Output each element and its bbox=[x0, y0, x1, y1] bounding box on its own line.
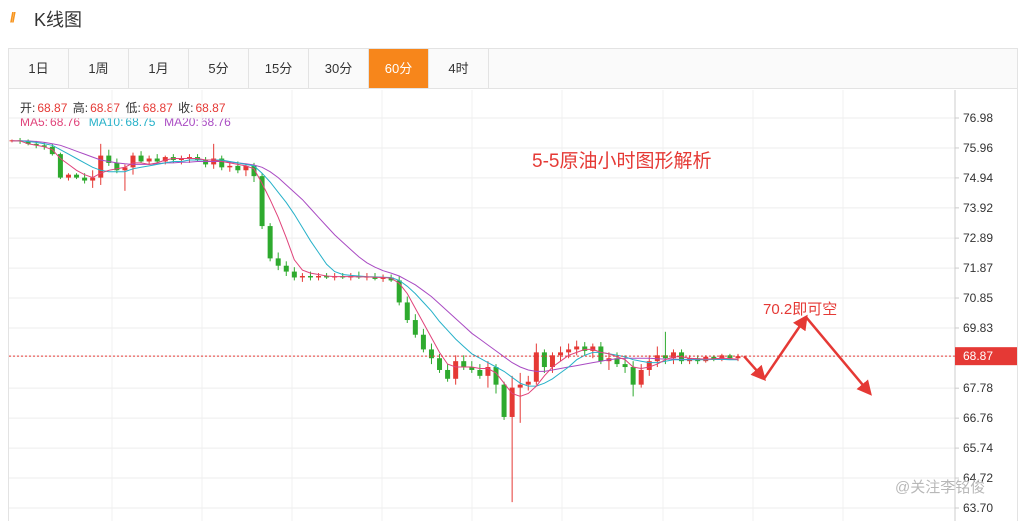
ma-readout: MA5: 68.76 MA10: 68.75 MA20: 68.76 bbox=[20, 115, 233, 129]
high-label: 高: bbox=[72, 101, 89, 115]
tab-1d[interactable]: 1日 bbox=[9, 49, 69, 88]
double-slash-icon: // bbox=[10, 9, 16, 25]
open-label: 开: bbox=[20, 101, 36, 115]
tab-60min[interactable]: 60分 bbox=[369, 49, 429, 88]
tab-30min[interactable]: 30分 bbox=[309, 49, 369, 88]
low-label: 低: bbox=[125, 101, 141, 115]
ma20-value: 68.76 bbox=[200, 115, 231, 129]
open-value: 68.87 bbox=[37, 101, 68, 115]
page-title: K线图 bbox=[34, 10, 83, 30]
header: // K线图 bbox=[0, 0, 1019, 36]
ma10-value: 68.75 bbox=[125, 115, 156, 129]
tab-4h[interactable]: 4时 bbox=[429, 49, 489, 88]
tab-1w[interactable]: 1周 bbox=[69, 49, 129, 88]
timeframe-tabs: 1日 1周 1月 5分 15分 30分 60分 4时 bbox=[9, 49, 1017, 89]
ma20-label: MA20: bbox=[164, 115, 199, 129]
ma10-label: MA10: bbox=[88, 115, 124, 129]
tab-1m[interactable]: 1月 bbox=[129, 49, 189, 88]
low-value: 68.87 bbox=[142, 101, 173, 115]
close-label: 收: bbox=[178, 101, 194, 115]
tab-5min[interactable]: 5分 bbox=[189, 49, 249, 88]
close-value: 68.87 bbox=[195, 101, 226, 115]
ma5-value: 68.76 bbox=[50, 115, 81, 129]
ohlc-readout: 开: 68.87 高: 68.87 低: 68.87 收: 68.87 bbox=[20, 99, 228, 116]
high-value: 68.87 bbox=[90, 101, 121, 115]
tab-15min[interactable]: 15分 bbox=[249, 49, 309, 88]
ma5-label: MA5: bbox=[20, 115, 49, 129]
